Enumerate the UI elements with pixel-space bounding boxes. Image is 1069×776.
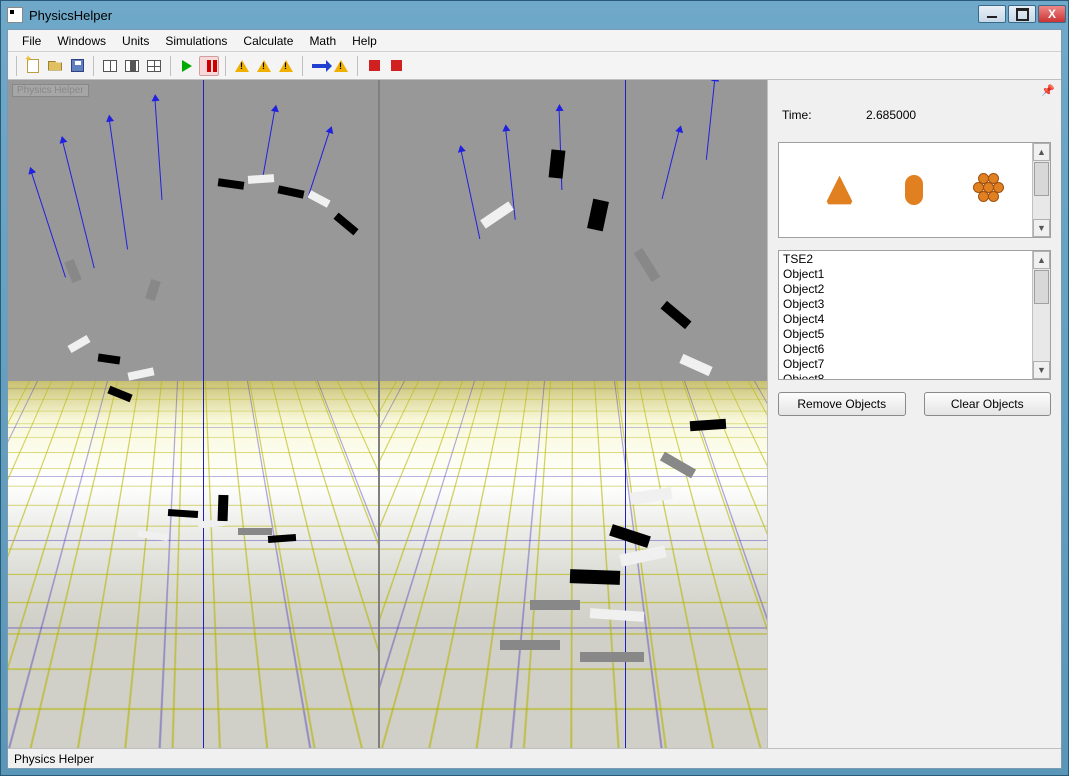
side-panel: 📌 Time: 2.685000 ▲ [767,80,1061,748]
open-folder-icon [48,61,62,71]
minimize-button[interactable] [978,5,1006,23]
list-item[interactable]: Object7 [781,357,1032,372]
new-button[interactable] [23,56,43,76]
stop-1-button[interactable] [364,56,384,76]
list-item[interactable]: Object3 [781,297,1032,312]
warning-icon [257,60,271,72]
save-disk-icon [71,59,84,72]
shape-capsule[interactable] [905,175,923,205]
scroll-thumb[interactable] [1034,270,1049,304]
palette-scrollbar[interactable]: ▲ ▼ [1032,143,1050,237]
warning-3-button[interactable] [276,56,296,76]
axis-line [203,80,204,748]
time-row: Time: 2.685000 [778,88,1051,130]
list-item[interactable]: Object6 [781,342,1032,357]
list-item[interactable]: Object8 [781,372,1032,380]
stop-2-button[interactable] [386,56,406,76]
menu-units[interactable]: Units [114,32,157,50]
app-icon [7,7,23,23]
new-file-icon [27,59,39,73]
warning-1-button[interactable] [232,56,252,76]
list-item[interactable]: Object2 [781,282,1032,297]
menu-simulations[interactable]: Simulations [157,32,235,50]
list-item[interactable]: Object1 [781,267,1032,282]
arrow-right-icon [312,64,326,68]
layout-b-icon [125,60,139,72]
remove-objects-button[interactable]: Remove Objects [778,392,906,416]
shape-cone[interactable] [824,174,856,206]
list-item[interactable]: TSE2 [781,252,1032,267]
warning-icon [334,60,348,72]
main-row: Physics Helper [8,80,1061,748]
shape-palette: ▲ ▼ [778,142,1051,238]
viewport-right[interactable] [380,80,767,748]
pin-icon[interactable]: 📌 [1041,84,1055,97]
scroll-up-icon[interactable]: ▲ [1033,143,1050,161]
window-controls: X [976,5,1066,25]
warning-2-button[interactable] [254,56,274,76]
arrow-button[interactable] [309,56,329,76]
object-list[interactable]: TSE2 Object1 Object2 Object3 Object4 Obj… [778,250,1051,380]
layout-a-icon [103,60,117,72]
window-title: PhysicsHelper [29,8,112,23]
pause-icon [207,60,211,72]
status-bar: Physics Helper [8,748,1061,768]
play-button[interactable] [177,56,197,76]
scroll-thumb[interactable] [1034,162,1049,196]
play-icon [182,60,192,72]
scroll-down-icon[interactable]: ▼ [1033,219,1050,237]
warning-4-button[interactable] [331,56,351,76]
app-window: PhysicsHelper X File Windows Units Simul… [0,0,1069,776]
scroll-down-icon[interactable]: ▼ [1033,361,1050,379]
shape-spheres[interactable] [972,173,1006,207]
clear-objects-button[interactable]: Clear Objects [924,392,1052,416]
time-value: 2.685000 [866,108,916,122]
layout-quad-button[interactable] [144,56,164,76]
maximize-button[interactable] [1008,5,1036,23]
stop-icon [391,60,402,71]
close-button[interactable]: X [1038,5,1066,23]
stop-icon [369,60,380,71]
menu-help[interactable]: Help [344,32,385,50]
titlebar[interactable]: PhysicsHelper X [1,1,1068,29]
pause-button[interactable] [199,56,219,76]
viewport-area: Physics Helper [8,80,767,748]
axis-line [625,80,626,748]
layout-c-icon [147,60,161,72]
layout-split-button[interactable] [122,56,142,76]
list-item[interactable]: Object5 [781,327,1032,342]
list-item[interactable]: Object4 [781,312,1032,327]
warning-icon [279,60,293,72]
scroll-up-icon[interactable]: ▲ [1033,251,1050,269]
object-buttons-row: Remove Objects Clear Objects [778,392,1051,416]
menu-math[interactable]: Math [301,32,344,50]
menu-calculate[interactable]: Calculate [235,32,301,50]
menu-windows[interactable]: Windows [49,32,114,50]
layout-single-button[interactable] [100,56,120,76]
viewport-left[interactable]: Physics Helper [8,80,380,748]
toolbar [8,52,1061,80]
menu-file[interactable]: File [14,32,49,50]
client-area: File Windows Units Simulations Calculate… [7,29,1062,769]
time-label: Time: [782,108,842,122]
open-button[interactable] [45,56,65,76]
menubar: File Windows Units Simulations Calculate… [8,30,1061,52]
status-text: Physics Helper [14,752,94,766]
warning-icon [235,60,249,72]
objectlist-scrollbar[interactable]: ▲ ▼ [1032,251,1050,379]
viewport-overlay-title: Physics Helper [12,84,89,97]
save-button[interactable] [67,56,87,76]
